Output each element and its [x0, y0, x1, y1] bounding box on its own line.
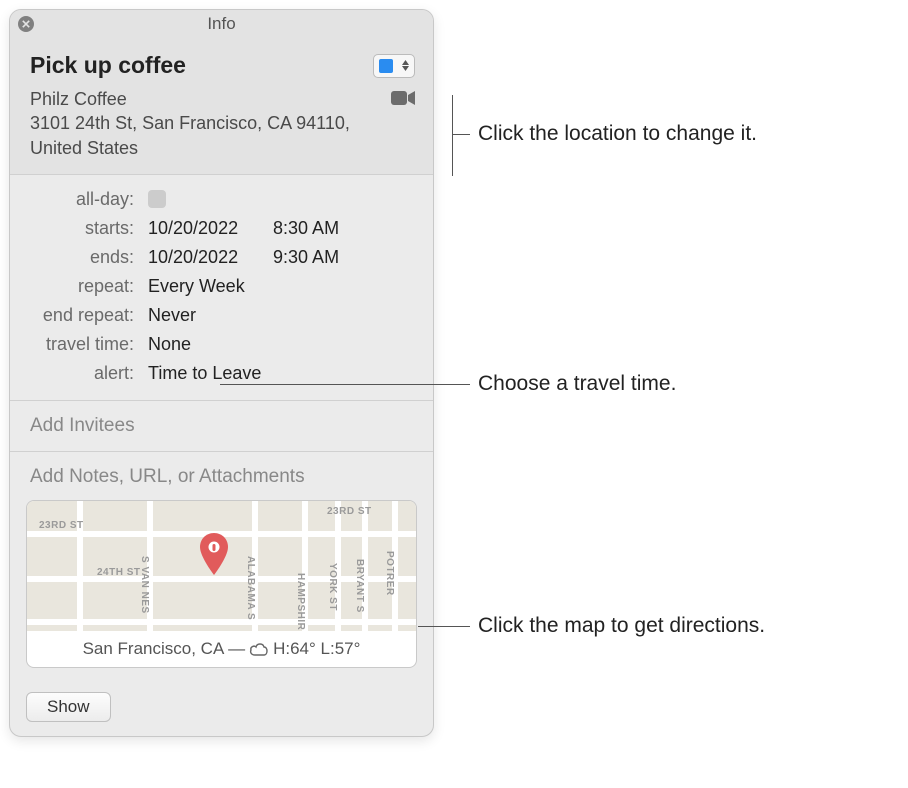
video-call-button[interactable]	[391, 89, 415, 112]
close-button[interactable]	[18, 16, 34, 32]
callout-line	[418, 626, 470, 627]
weather-city: San Francisco, CA —	[83, 639, 246, 659]
map-pin-icon	[199, 533, 229, 581]
callout-line	[220, 384, 470, 385]
callout-location: Click the location to change it.	[478, 122, 757, 146]
calendar-color-swatch	[379, 59, 393, 73]
map-card[interactable]: 23RD ST 23RD ST 24TH ST S VAN NES ALABAM…	[26, 500, 417, 668]
show-button[interactable]: Show	[26, 692, 111, 722]
end-repeat-value[interactable]: Never	[148, 305, 196, 326]
street-label: 23RD ST	[327, 506, 372, 517]
repeat-value[interactable]: Every Week	[148, 276, 245, 297]
ends-label: ends:	[30, 247, 148, 268]
street-label: HAMPSHIRE	[295, 573, 306, 631]
end-time[interactable]: 9:30 AM	[273, 247, 339, 267]
street-label: YORK ST	[327, 563, 338, 611]
travel-time-value[interactable]: None	[148, 334, 191, 355]
close-icon	[22, 20, 30, 28]
end-repeat-label: end repeat:	[30, 305, 148, 326]
ends-value[interactable]: 10/20/2022 9:30 AM	[148, 247, 339, 268]
alert-label: alert:	[30, 363, 148, 384]
street-label: S VAN NES	[139, 556, 150, 614]
callout-travel: Choose a travel time.	[478, 372, 676, 396]
repeat-label: repeat:	[30, 276, 148, 297]
end-date[interactable]: 10/20/2022	[148, 247, 268, 268]
stepper-arrows-icon	[402, 60, 409, 71]
street-label: 24TH ST	[97, 567, 141, 578]
start-time[interactable]: 8:30 AM	[273, 218, 339, 238]
street-label: ALABAMA S	[245, 556, 256, 620]
calendar-color-picker[interactable]	[373, 54, 415, 78]
starts-label: starts:	[30, 218, 148, 239]
street-label: POTRER	[384, 551, 395, 596]
start-date[interactable]: 10/20/2022	[148, 218, 268, 239]
map-preview[interactable]: 23RD ST 23RD ST 24TH ST S VAN NES ALABAM…	[27, 501, 416, 631]
notes-section: Add Notes, URL, or Attachments 23RD ST 2…	[10, 452, 433, 682]
starts-value[interactable]: 10/20/2022 8:30 AM	[148, 218, 339, 239]
callout-line	[452, 103, 453, 169]
weather-hilo: H:64° L:57°	[273, 639, 360, 659]
event-location[interactable]: Philz Coffee 3101 24th St, San Francisco…	[30, 87, 391, 160]
video-camera-icon	[391, 90, 415, 106]
event-title[interactable]: Pick up coffee	[30, 52, 186, 79]
callout-line	[452, 134, 470, 135]
allday-checkbox[interactable]	[148, 190, 166, 208]
titlebar-title: Info	[207, 14, 235, 34]
callout-map: Click the map to get directions.	[478, 614, 765, 638]
street-label: BRYANT S	[354, 559, 365, 613]
titlebar: Info	[10, 10, 433, 38]
add-invitees-field[interactable]: Add Invitees	[10, 401, 433, 451]
event-details: all-day: starts: 10/20/2022 8:30 AM ends…	[10, 175, 433, 401]
weather-bar: San Francisco, CA — H:64° L:57°	[27, 631, 416, 667]
add-notes-field[interactable]: Add Notes, URL, or Attachments	[26, 452, 417, 500]
street-label: 23RD ST	[39, 520, 84, 531]
travel-time-label: travel time:	[30, 334, 148, 355]
invitees-section: Add Invitees	[10, 401, 433, 452]
cloud-icon	[249, 641, 269, 657]
event-info-popover: Info Pick up coffee Philz Coffee 3101 24…	[9, 9, 434, 737]
alert-value[interactable]: Time to Leave	[148, 363, 261, 384]
event-header: Pick up coffee Philz Coffee 3101 24th St…	[10, 38, 433, 175]
footer: Show	[10, 682, 433, 736]
allday-label: all-day:	[30, 189, 148, 210]
